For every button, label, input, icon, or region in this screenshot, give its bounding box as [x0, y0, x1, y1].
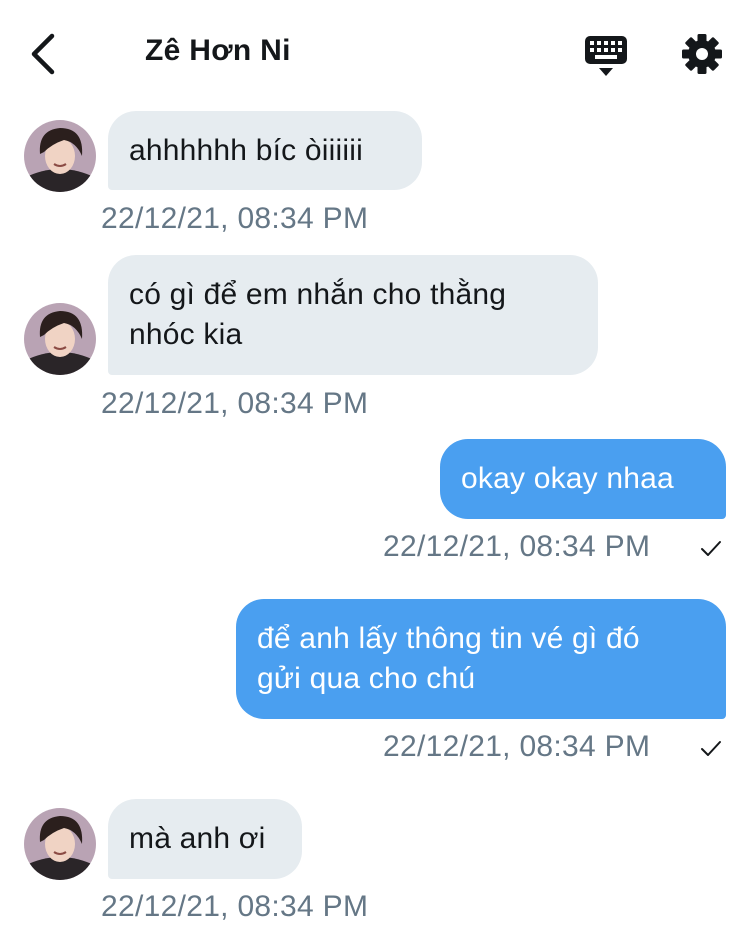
message-timestamp: 22/12/21, 08:34 PM [383, 530, 651, 563]
contact-avatar[interactable] [24, 303, 96, 375]
conversation-title[interactable]: Zê Hơn Ni [145, 34, 291, 68]
settings-button[interactable] [680, 32, 724, 76]
outgoing-message-bubble[interactable]: okay okay nhaa [440, 439, 726, 519]
back-button[interactable] [22, 30, 66, 78]
contact-avatar[interactable] [24, 808, 96, 880]
message-timestamp: 22/12/21, 08:34 PM [101, 387, 369, 420]
chevron-left-icon [31, 33, 55, 75]
incoming-message-bubble[interactable]: có gì để em nhắn cho thằng nhóc kia [108, 255, 598, 375]
message-timestamp: 22/12/21, 08:34 PM [101, 202, 369, 235]
checkmark-icon [701, 541, 721, 556]
keyboard-icon [585, 36, 627, 76]
keyboard-button[interactable] [583, 33, 629, 79]
outgoing-message-bubble[interactable]: để anh lấy thông tin vé gì đó gửi qua ch… [236, 599, 726, 719]
conversation-header: Zê Hơn Ni [0, 0, 750, 105]
incoming-message-bubble[interactable]: ahhhhhh bíc òiiiiii [108, 111, 422, 190]
checkmark-icon [701, 741, 721, 756]
message-timestamp: 22/12/21, 08:34 PM [101, 890, 369, 923]
contact-avatar[interactable] [24, 120, 96, 192]
incoming-message-bubble[interactable]: mà anh ơi [108, 799, 302, 879]
gear-icon [682, 34, 722, 74]
message-timestamp: 22/12/21, 08:34 PM [383, 730, 651, 763]
